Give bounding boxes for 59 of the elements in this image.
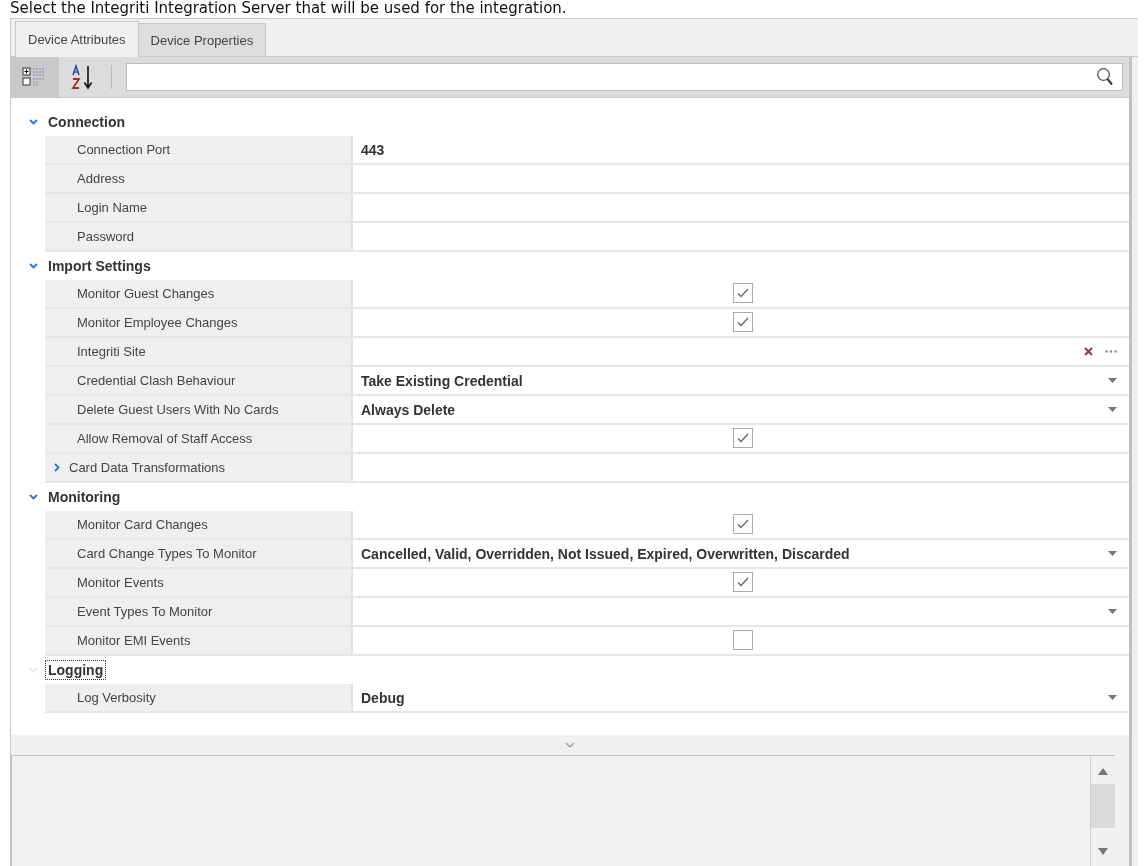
property-label: Monitor EMI Events [77,633,191,648]
property-label: Monitor Events [77,575,164,590]
categorized-view-button[interactable] [11,57,59,97]
checkbox[interactable] [733,630,753,650]
property-label: Card Change Types To Monitor [77,546,257,561]
scroll-down-icon[interactable] [1098,848,1108,856]
category-header[interactable]: Logging [45,660,107,680]
property-label: Card Data Transformations [69,460,226,475]
instruction-text: Select the Integriti Integration Server that will be used for the integration. [10,0,568,17]
checkbox[interactable] [733,572,753,592]
checkmark-icon [737,288,749,298]
property-value[interactable]: Always Delete [361,401,456,418]
dropdown-arrow-icon[interactable] [1108,695,1117,700]
property-label: Password [77,229,135,244]
search-icon[interactable] [1096,67,1114,87]
checkbox[interactable] [733,514,753,534]
checkmark-icon [737,577,749,587]
property-label: Allow Removal of Staff Access [77,431,253,446]
property-label: Log Verbosity [77,690,156,705]
expand-chevron-icon[interactable] [54,463,60,472]
property-label: Connection Port [77,142,171,157]
az-sort-icon [71,64,95,90]
property-label: Delete Guest Users With No Cards [77,402,279,417]
property-value[interactable]: Take Existing Credential [361,372,523,389]
property-label: Integriti Site [77,344,146,359]
checkmark-icon [737,433,749,443]
search-field[interactable] [126,63,1123,91]
property-label: Monitor Guest Changes [77,286,215,301]
property-label: Monitor Employee Changes [77,315,238,330]
property-label: Login Name [77,200,148,215]
dropdown-arrow-icon[interactable] [1108,407,1117,412]
scrollbar[interactable] [1090,756,1115,866]
category-header[interactable]: Import Settings [45,256,154,276]
checkbox[interactable] [733,428,753,448]
property-value[interactable]: Debug [361,689,405,706]
checkbox[interactable] [733,312,753,332]
clear-icon[interactable] [1084,347,1093,356]
dropdown-arrow-icon[interactable] [1108,609,1117,614]
splitter-chevron-icon[interactable] [565,742,575,748]
collapse-chevron-icon[interactable] [28,494,38,500]
checkmark-icon [737,519,749,529]
scroll-up-icon[interactable] [1098,768,1108,776]
property-label: Address [77,171,125,186]
property-value[interactable]: Cancelled, Valid, Overridden, Not Issued, Expired, Overwritten, Discarded [361,545,850,562]
dropdown-arrow-icon[interactable] [1108,551,1117,556]
tab[interactable]: Device Properties [137,23,267,56]
category-header[interactable]: Connection [45,112,128,132]
checkmark-icon [737,317,749,327]
collapse-chevron-icon[interactable] [28,119,38,125]
property-label: Monitor Card Changes [77,517,208,532]
property-label: Credential Clash Behaviour [77,373,236,388]
category-header[interactable]: Monitoring [45,487,124,507]
collapse-chevron-icon[interactable] [28,263,38,269]
dropdown-arrow-icon[interactable] [1108,378,1117,383]
checkbox[interactable] [733,283,753,303]
ellipsis-icon[interactable] [1105,350,1117,353]
property-label: Event Types To Monitor [77,604,213,619]
tab[interactable]: Device Attributes [15,21,139,57]
property-value[interactable]: 443 [361,141,385,158]
